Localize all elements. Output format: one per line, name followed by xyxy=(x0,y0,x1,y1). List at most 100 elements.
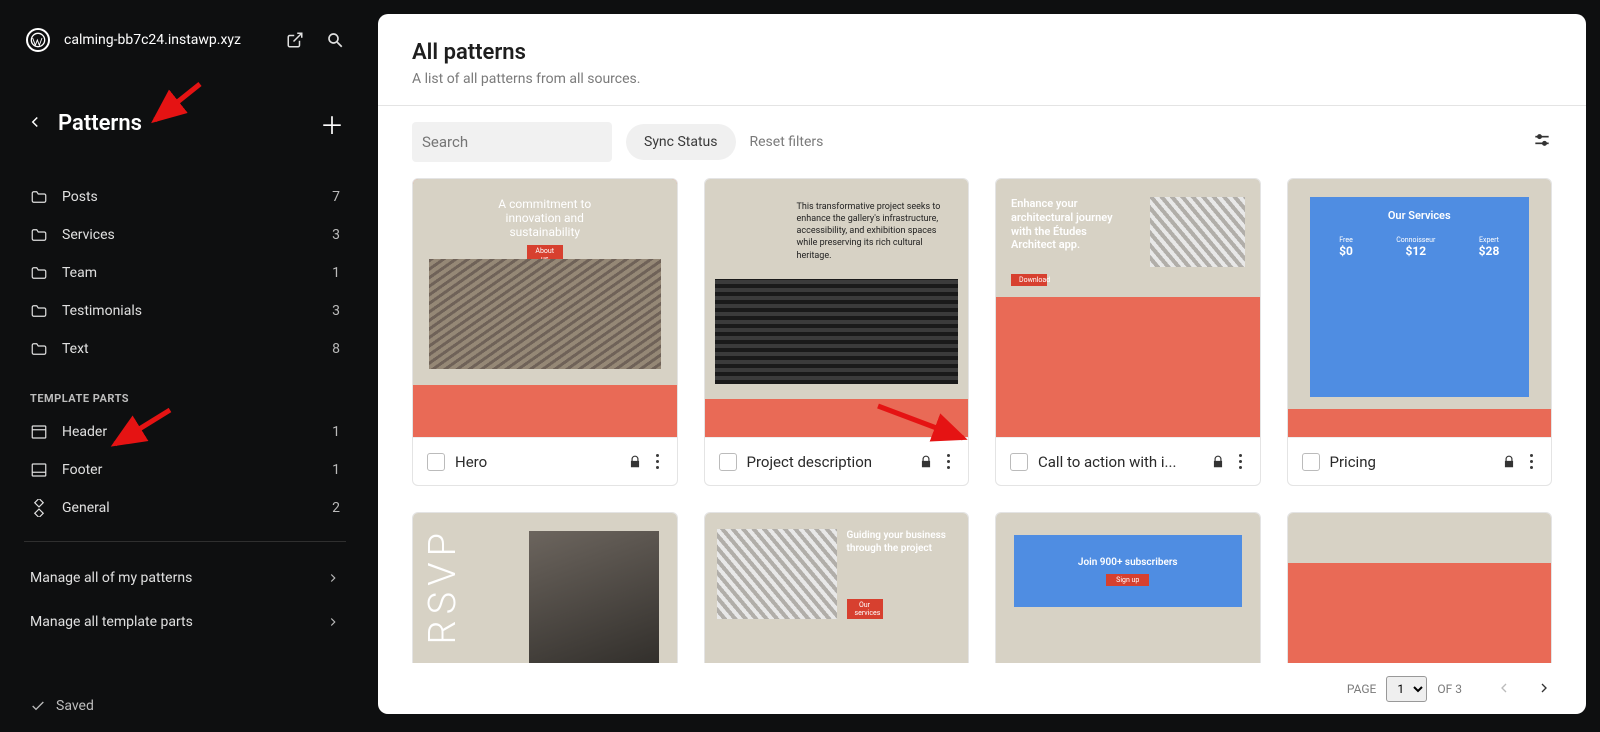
sidebar-title: Patterns xyxy=(58,111,142,136)
lock-icon xyxy=(919,455,933,469)
template-general[interactable]: General 2 xyxy=(0,489,370,527)
lock-icon xyxy=(628,455,642,469)
lock-icon xyxy=(1211,455,1225,469)
select-checkbox[interactable] xyxy=(719,453,737,471)
sidebar: Patterns ＋ Posts 7 Services 3 Team 1 Tes… xyxy=(0,70,370,732)
sync-status-button[interactable]: Sync Status xyxy=(626,124,736,160)
pattern-title: Pricing xyxy=(1330,453,1493,471)
pattern-preview: Join 900+ subscribers Sign up xyxy=(996,513,1260,663)
search-box[interactable] xyxy=(412,122,612,162)
category-posts[interactable]: Posts 7 xyxy=(0,178,370,216)
category-text[interactable]: Text 8 xyxy=(0,330,370,368)
more-actions-button[interactable] xyxy=(652,450,663,473)
pagination: PAGE 1 OF 3 xyxy=(378,663,1586,714)
select-checkbox[interactable] xyxy=(427,453,445,471)
saved-indicator: Saved xyxy=(30,698,94,714)
template-count: 1 xyxy=(332,424,340,440)
preview-text: RSVP xyxy=(421,527,465,645)
category-label: Team xyxy=(62,265,97,281)
select-checkbox[interactable] xyxy=(1302,453,1320,471)
pattern-card[interactable]: Guiding your business through the projec… xyxy=(704,512,970,663)
folder-icon xyxy=(30,226,48,244)
category-count: 3 xyxy=(332,227,340,243)
template-label: Footer xyxy=(62,462,102,478)
pattern-preview: A commitment to innovation and sustainab… xyxy=(413,179,677,437)
page-of: OF 3 xyxy=(1437,682,1462,696)
category-label: Text xyxy=(62,341,89,357)
toolbar: Sync Status Reset filters xyxy=(378,106,1586,178)
pattern-title: Hero xyxy=(455,453,618,471)
pattern-card[interactable]: A commitment to innovation and sustainab… xyxy=(412,178,678,486)
admin-top-bar: calming-bb7c24.instawp.xyz xyxy=(0,18,370,62)
chevron-left-icon xyxy=(1496,680,1512,696)
preview-text: This transformative project seeks to enh… xyxy=(797,201,954,262)
preview-button: Download xyxy=(1011,274,1047,286)
chevron-right-icon xyxy=(1536,680,1552,696)
site-name[interactable]: calming-bb7c24.instawp.xyz xyxy=(64,32,241,48)
select-checkbox[interactable] xyxy=(1010,453,1028,471)
preview-text: A commitment to innovation and sustainab… xyxy=(490,197,600,239)
external-link-icon[interactable] xyxy=(286,31,304,49)
view-settings-icon[interactable] xyxy=(1532,130,1552,154)
preview-text: Our Services xyxy=(1322,209,1518,222)
pattern-card[interactable]: Our Services Free$0 Connoisseur$12 Exper… xyxy=(1287,178,1553,486)
wordpress-logo[interactable] xyxy=(26,28,50,52)
annotation-arrow xyxy=(868,396,978,456)
search-icon[interactable] xyxy=(326,31,344,49)
pattern-preview: Our Services Free$0 Connoisseur$12 Exper… xyxy=(1288,179,1552,437)
pattern-title: Call to action with i... xyxy=(1038,453,1201,471)
category-count: 8 xyxy=(332,341,340,357)
pattern-card[interactable]: Enhance your architectural journey with … xyxy=(995,178,1261,486)
search-input[interactable] xyxy=(422,133,621,151)
footer-icon xyxy=(30,461,48,479)
chevron-right-icon xyxy=(326,615,340,629)
next-page-button[interactable] xyxy=(1536,680,1552,699)
manage-patterns-link[interactable]: Manage all of my patterns xyxy=(0,556,370,600)
pattern-preview: Enhance your architectural journey with … xyxy=(996,179,1260,437)
pattern-card[interactable] xyxy=(1287,512,1553,663)
annotation-arrow xyxy=(140,76,210,136)
page-select[interactable]: 1 xyxy=(1386,676,1427,702)
main-panel: All patterns A list of all patterns from… xyxy=(378,14,1586,714)
divider xyxy=(24,541,346,542)
category-testimonials[interactable]: Testimonials 3 xyxy=(0,292,370,330)
chevron-right-icon xyxy=(326,571,340,585)
folder-icon xyxy=(30,340,48,358)
pattern-card[interactable]: RSVP xyxy=(412,512,678,663)
template-count: 1 xyxy=(332,462,340,478)
reset-filters-button[interactable]: Reset filters xyxy=(750,134,824,150)
more-actions-button[interactable] xyxy=(1526,450,1537,473)
folder-icon xyxy=(30,302,48,320)
folder-icon xyxy=(30,188,48,206)
check-icon xyxy=(30,698,46,714)
preview-text: Guiding your business through the projec… xyxy=(847,529,957,555)
manage-template-parts-link[interactable]: Manage all template parts xyxy=(0,600,370,644)
page-title: All patterns xyxy=(412,40,1552,65)
category-team[interactable]: Team 1 xyxy=(0,254,370,292)
template-count: 2 xyxy=(332,500,340,516)
pattern-preview: RSVP xyxy=(413,513,677,663)
general-icon xyxy=(30,499,48,517)
pattern-card[interactable]: Join 900+ subscribers Sign up xyxy=(995,512,1261,663)
back-button[interactable] xyxy=(26,113,48,135)
category-count: 7 xyxy=(332,189,340,205)
template-footer[interactable]: Footer 1 xyxy=(0,451,370,489)
category-label: Services xyxy=(62,227,115,243)
annotation-arrow xyxy=(100,400,180,460)
category-count: 3 xyxy=(332,303,340,319)
template-header[interactable]: Header 1 xyxy=(0,413,370,451)
lock-icon xyxy=(1502,455,1516,469)
category-services[interactable]: Services 3 xyxy=(0,216,370,254)
pattern-preview xyxy=(1288,513,1552,663)
page-description: A list of all patterns from all sources. xyxy=(412,71,1552,87)
template-label: General xyxy=(62,500,110,516)
patterns-grid: A commitment to innovation and sustainab… xyxy=(412,178,1552,663)
more-actions-button[interactable] xyxy=(1235,450,1246,473)
preview-text: Enhance your architectural journey with … xyxy=(1011,197,1121,252)
add-pattern-button[interactable]: ＋ xyxy=(320,106,344,141)
header-icon xyxy=(30,423,48,441)
prev-page-button[interactable] xyxy=(1496,680,1512,699)
pattern-preview: Guiding your business through the projec… xyxy=(705,513,969,663)
folder-icon xyxy=(30,264,48,282)
category-count: 1 xyxy=(332,265,340,281)
